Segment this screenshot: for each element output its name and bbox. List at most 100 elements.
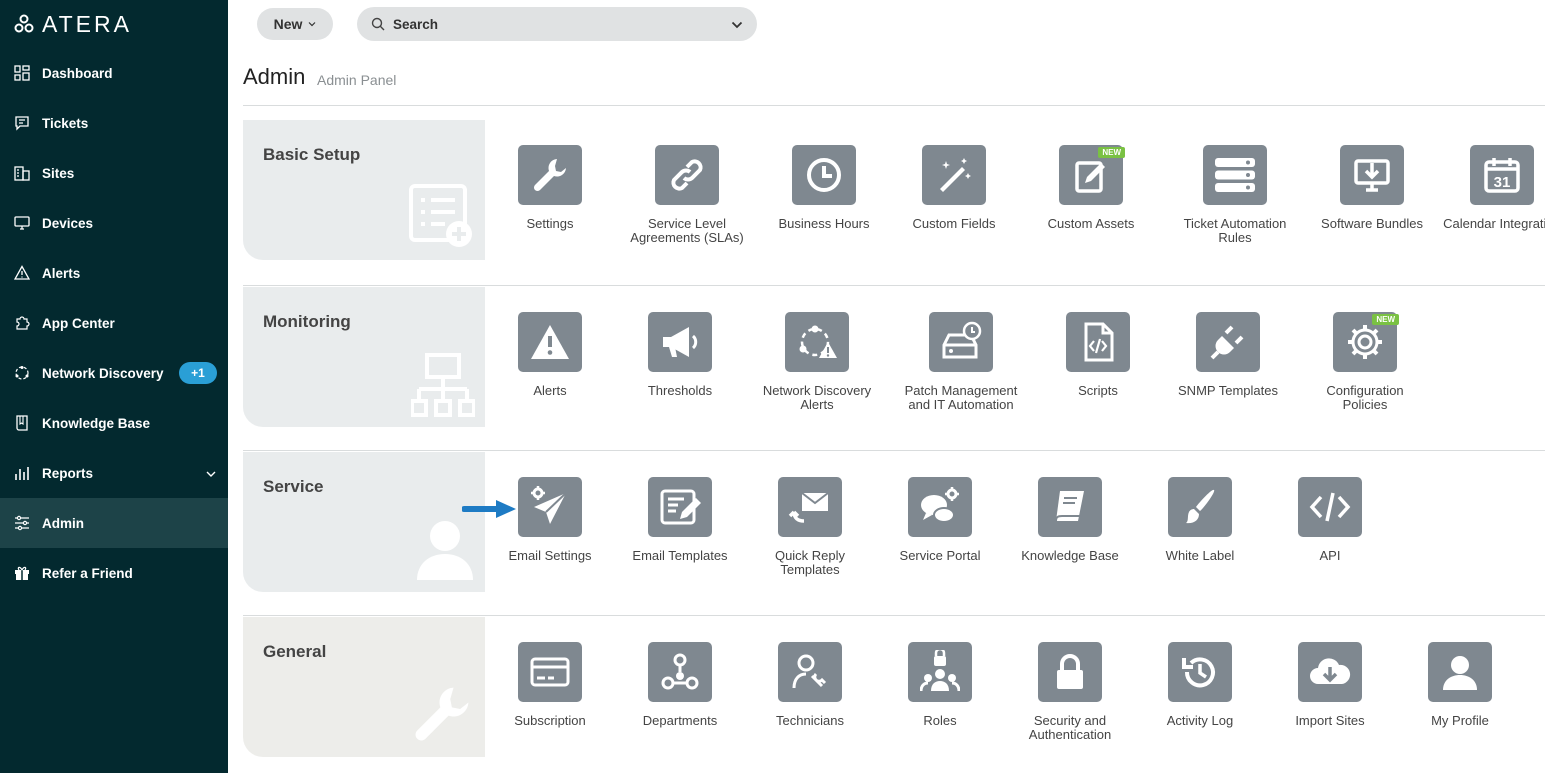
new-button[interactable]: New (257, 8, 333, 40)
tile-patch-management[interactable]: Patch Management and IT Automation (901, 312, 1021, 412)
chevron-down-icon[interactable] (731, 18, 743, 36)
tile-snmp-templates[interactable]: SNMP Templates (1168, 312, 1288, 398)
sidebar-item-knowledge-base[interactable]: Knowledge Base (0, 398, 228, 448)
sidebar-item-label: Network Discovery (42, 365, 164, 381)
sidebar-item-label: Reports (42, 465, 94, 481)
cloud-download-icon[interactable] (1298, 642, 1362, 702)
tile-thresholds[interactable]: Thresholds (620, 312, 740, 398)
server-stack-icon[interactable] (1203, 145, 1267, 205)
tile-alerts[interactable]: Alerts (490, 312, 610, 398)
tile-api[interactable]: API (1270, 477, 1390, 563)
tile-white-label[interactable]: White Label (1140, 477, 1260, 563)
sidebar-item-devices[interactable]: Devices (0, 198, 228, 248)
calendar-icon[interactable]: 31 (1470, 145, 1534, 205)
tile-label: Knowledge Base (1021, 548, 1119, 563)
warning-icon[interactable] (518, 312, 582, 372)
sidebar-item-label: Devices (42, 215, 94, 231)
sidebar-item-tickets[interactable]: Tickets (0, 98, 228, 148)
sidebar-item-network-discovery[interactable]: Network Discovery +1 (0, 348, 228, 398)
tile-settings[interactable]: Settings (490, 145, 610, 231)
tile-email-templates[interactable]: Email Templates (620, 477, 740, 563)
wrench-icon[interactable] (518, 145, 582, 205)
technician-icon[interactable] (778, 642, 842, 702)
tile-label: Security and Authentication (1028, 713, 1112, 742)
sidebar-item-dashboard[interactable]: Dashboard (0, 48, 228, 98)
search-icon (371, 17, 385, 31)
sidebar-item-admin[interactable]: Admin (0, 498, 228, 548)
new-tag: NEW (1372, 314, 1399, 325)
tile-label: White Label (1165, 548, 1235, 563)
tile-label: Patch Management and IT Automation (904, 383, 1018, 412)
tile-network-discovery-alerts[interactable]: Network Discovery Alerts (757, 312, 877, 412)
tile-my-profile[interactable]: My Profile (1400, 642, 1520, 728)
divider (243, 450, 1545, 451)
gear-icon[interactable]: NEW (1333, 312, 1399, 372)
tile-technicians[interactable]: Technicians (750, 642, 870, 728)
megaphone-icon[interactable] (648, 312, 712, 372)
tile-security-authentication[interactable]: Security and Authentication (1010, 642, 1130, 742)
chat-gear-icon[interactable] (908, 477, 972, 537)
tile-software-bundles[interactable]: Software Bundles (1312, 145, 1432, 231)
dashboard-icon (14, 65, 30, 81)
tile-label: Software Bundles (1321, 216, 1423, 231)
sidebar-item-label: Tickets (42, 115, 89, 131)
tile-email-settings[interactable]: Email Settings (490, 477, 610, 563)
reply-mail-icon[interactable] (778, 477, 842, 537)
chevron-down-icon[interactable] (206, 466, 216, 484)
tile-label: My Profile (1431, 713, 1489, 728)
gift-icon (14, 565, 30, 581)
plug-icon[interactable] (1196, 312, 1260, 372)
roles-icon[interactable] (908, 642, 972, 702)
sidebar-item-app-center[interactable]: App Center (0, 298, 228, 348)
tile-business-hours[interactable]: Business Hours (764, 145, 884, 231)
tile-departments[interactable]: Departments (620, 642, 740, 728)
tile-custom-assets[interactable]: NEW Custom Assets (1031, 145, 1151, 231)
clock-icon[interactable] (792, 145, 856, 205)
tile-quick-reply-templates[interactable]: Quick Reply Templates (750, 477, 870, 577)
tile-scripts[interactable]: Scripts (1038, 312, 1158, 398)
download-monitor-icon[interactable] (1340, 145, 1404, 205)
tile-label: Configuration Policies (1326, 383, 1404, 412)
app-center-icon (14, 315, 30, 331)
code-icon[interactable] (1298, 477, 1362, 537)
network-alert-icon[interactable] (785, 312, 849, 372)
tile-subscription[interactable]: Subscription (490, 642, 610, 728)
history-icon[interactable] (1168, 642, 1232, 702)
divider (243, 105, 1545, 106)
section-monitoring: Monitoring (243, 287, 485, 427)
svg-text:31: 31 (1494, 174, 1511, 191)
tile-ticket-automation-rules[interactable]: Ticket Automation Rules (1175, 145, 1295, 245)
lock-icon[interactable] (1038, 642, 1102, 702)
departments-icon[interactable] (648, 642, 712, 702)
magic-wand-icon[interactable] (922, 145, 986, 205)
tile-import-sites[interactable]: Import Sites (1270, 642, 1390, 728)
tile-label: Ticket Automation Rules (1183, 216, 1287, 245)
credit-card-icon[interactable] (518, 642, 582, 702)
tile-calendar-integration[interactable]: 31 Calendar Integration (1442, 145, 1545, 231)
sidebar-item-sites[interactable]: Sites (0, 148, 228, 198)
tile-roles[interactable]: Roles (880, 642, 1000, 728)
edit-clipboard-icon[interactable]: NEW (1059, 145, 1125, 205)
sidebar-item-refer-a-friend[interactable]: Refer a Friend (0, 548, 228, 598)
search-input[interactable]: Search (357, 7, 757, 41)
sidebar-item-alerts[interactable]: Alerts (0, 248, 228, 298)
tile-knowledge-base[interactable]: Knowledge Base (1010, 477, 1130, 563)
reports-icon (14, 465, 30, 481)
book-icon[interactable] (1038, 477, 1102, 537)
tile-slas[interactable]: Service Level Agreements (SLAs) (627, 145, 747, 245)
brush-icon[interactable] (1168, 477, 1232, 537)
script-file-icon[interactable] (1066, 312, 1130, 372)
checklist-add-icon (409, 184, 472, 247)
atera-logo[interactable]: ATERA (14, 11, 132, 37)
user-icon[interactable] (1428, 642, 1492, 702)
patch-drive-icon[interactable] (929, 312, 993, 372)
tile-custom-fields[interactable]: Custom Fields (894, 145, 1014, 231)
tile-activity-log[interactable]: Activity Log (1140, 642, 1260, 728)
sidebar-item-reports[interactable]: Reports (0, 448, 228, 498)
tile-configuration-policies[interactable]: NEW Configuration Policies (1305, 312, 1425, 412)
edit-template-icon[interactable] (648, 477, 712, 537)
paper-plane-gear-icon[interactable] (518, 477, 582, 537)
devices-icon (14, 215, 30, 231)
tile-service-portal[interactable]: Service Portal (880, 477, 1000, 563)
link-icon[interactable] (655, 145, 719, 205)
